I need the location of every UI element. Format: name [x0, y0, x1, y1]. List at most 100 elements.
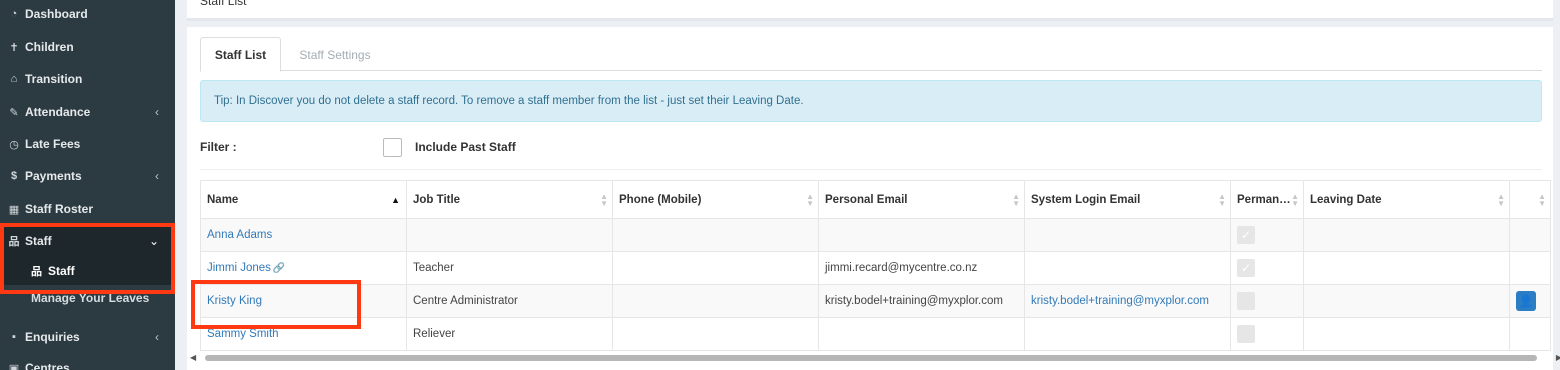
col-header-personal-email[interactable]: Personal Email ▲ ▼: [818, 180, 1025, 219]
cell-personal-email: jimmi.recard@mycentre.co.nz: [818, 251, 1025, 285]
tip-alert: Tip: In Discover you do not delete a sta…: [200, 80, 1542, 122]
permanent-checkbox: [1237, 325, 1255, 343]
table-row: Sammy Smith Reliever: [200, 317, 1551, 351]
sidebar-item-children[interactable]: ✝ Children: [0, 31, 175, 63]
sort-icon: ▲ ▼: [1291, 192, 1299, 208]
impersonate-icon[interactable]: 👤: [1516, 291, 1536, 311]
col-header-login-email[interactable]: System Login Email ▲ ▼: [1024, 180, 1231, 219]
sidebar-item-dashboard[interactable]: ◔ Dashboard: [0, 0, 175, 30]
cell-actions: 👤: [1509, 284, 1551, 318]
tab-bar: Staff List Staff Settings: [200, 37, 1542, 72]
sort-icon: ▲ ▼: [806, 192, 814, 208]
cell-permanent: [1230, 284, 1304, 318]
col-header-job-title[interactable]: Job Title ▲ ▼: [406, 180, 613, 219]
cell-login-email: [1024, 218, 1231, 252]
th-large-icon: ▪: [12, 331, 16, 343]
page-header: Staff List: [187, 0, 1553, 21]
sidebar-item-payments[interactable]: $ Payments ‹: [0, 160, 175, 192]
include-past-staff-label[interactable]: Include Past Staff: [415, 140, 516, 154]
page-title: Staff List: [200, 0, 247, 8]
child-icon: ✝: [9, 41, 19, 54]
permanent-checkbox: ✓: [1237, 259, 1255, 277]
calendar-icon: ▦: [8, 203, 20, 216]
horizontal-scrollbar[interactable]: ◀ ▶: [190, 353, 1560, 363]
cell-login-email: [1024, 317, 1231, 351]
cell-leaving-date: [1303, 218, 1510, 252]
sidebar-item-centres[interactable]: ▣ Centres: [0, 352, 175, 370]
scroll-left-icon[interactable]: ◀: [190, 353, 196, 362]
cell-job-title: Reliever: [406, 317, 613, 351]
sort-icon: ▲ ▼: [1497, 192, 1505, 208]
building-icon: ▣: [8, 362, 20, 370]
col-header-name[interactable]: Name ▲: [200, 180, 407, 219]
sidebar: ◔ Dashboard ✝ Children ⌂ Transition ✎ Attend…: [0, 0, 175, 370]
sidebar-subitem-manage-leaves[interactable]: Manage Your Leaves: [31, 291, 149, 311]
table-row: Jimmi Jones 🔗 Teacher jimmi.recard@mycent…: [200, 251, 1551, 285]
col-header-leaving-date[interactable]: Leaving Date ▲ ▼: [1303, 180, 1510, 219]
cell-permanent: [1230, 317, 1304, 351]
sort-asc-icon: ▲: [391, 195, 400, 205]
table-row: Anna Adams ✓: [200, 218, 1551, 252]
highlight-box-sidebar: [0, 223, 175, 294]
divider: [200, 169, 1542, 170]
cell-permanent: ✓: [1230, 218, 1304, 252]
edit-icon: ✎: [9, 106, 19, 119]
sort-icon: ▲ ▼: [1538, 192, 1546, 208]
include-past-staff-checkbox[interactable]: [383, 138, 402, 157]
tab-staff-settings[interactable]: Staff Settings: [287, 37, 383, 72]
dollar-icon: $: [10, 170, 18, 182]
permanent-checkbox: ✓: [1237, 226, 1255, 244]
cell-personal-email: [818, 317, 1025, 351]
highlight-box-kristy-king: [191, 280, 361, 329]
table-row: Kristy King Centre Administrator kristy.…: [200, 284, 1551, 318]
sidebar-item-late-fees[interactable]: ◷ Late Fees: [0, 128, 175, 160]
sort-icon: ▲ ▼: [600, 192, 608, 208]
chevron-left-icon: ‹: [155, 169, 159, 183]
cell-job-title: [406, 218, 613, 252]
cell-actions: [1509, 251, 1551, 285]
cell-name: Anna Adams: [200, 218, 407, 252]
sort-icon: ▲ ▼: [1218, 192, 1226, 208]
staff-name-link[interactable]: Sammy Smith: [207, 328, 279, 340]
chevron-left-icon: ‹: [155, 330, 159, 344]
sidebar-item-enquiries[interactable]: ▪ Enquiries ‹: [0, 321, 175, 353]
cell-leaving-date: [1303, 317, 1510, 351]
scroll-right-icon[interactable]: ▶: [1556, 353, 1560, 362]
cell-phone: [612, 284, 819, 318]
cell-login-email: kristy.bodel+training@myxplor.com: [1024, 284, 1231, 318]
sort-icon: ▲ ▼: [1012, 192, 1020, 208]
cell-personal-email: [818, 218, 1025, 252]
cell-phone: [612, 251, 819, 285]
col-header-phone[interactable]: Phone (Mobile) ▲ ▼: [612, 180, 819, 219]
cell-phone: [612, 218, 819, 252]
permanent-checkbox: [1237, 292, 1255, 310]
cell-leaving-date: [1303, 251, 1510, 285]
sidebar-item-staff-roster[interactable]: ▦ Staff Roster: [0, 193, 175, 225]
cell-job-title: Centre Administrator: [406, 284, 613, 318]
chevron-left-icon: ‹: [155, 105, 159, 119]
cell-permanent: ✓: [1230, 251, 1304, 285]
staff-table: Name ▲ Job Title ▲ ▼ Phone (Mobile) ▲ ▼ Perso…: [200, 180, 1551, 351]
clock-icon: ◷: [9, 138, 19, 151]
cell-actions: [1509, 317, 1551, 351]
sidebar-item-attendance[interactable]: ✎ Attendance ‹: [0, 96, 175, 128]
tab-staff-list[interactable]: Staff List: [200, 37, 281, 72]
dashboard-icon: ◔: [10, 8, 18, 20]
cell-personal-email: kristy.bodel+training@myxplor.com: [818, 284, 1025, 318]
cell-job-title: Teacher: [406, 251, 613, 285]
staff-name-link[interactable]: Anna Adams: [207, 229, 272, 241]
sidebar-item-transition[interactable]: ⌂ Transition: [0, 63, 175, 95]
cell-login-email: [1024, 251, 1231, 285]
link-icon: 🔗: [272, 263, 286, 274]
staff-panel: Staff List Staff Settings Tip: In Discov…: [187, 27, 1560, 370]
graduation-cap-icon: ⌂: [10, 73, 18, 85]
col-header-permanent[interactable]: Perman… ▲ ▼: [1230, 180, 1304, 219]
col-header-actions[interactable]: ▲ ▼: [1509, 180, 1551, 219]
table-header-row: Name ▲ Job Title ▲ ▼ Phone (Mobile) ▲ ▼ Perso…: [200, 180, 1551, 219]
scrollbar-thumb[interactable]: [205, 355, 1537, 361]
filter-label: Filter :: [200, 140, 237, 154]
staff-name-link[interactable]: Jimmi Jones: [207, 262, 271, 274]
cell-leaving-date: [1303, 284, 1510, 318]
cell-actions: [1509, 218, 1551, 252]
login-email-link[interactable]: kristy.bodel+training@myxplor.com: [1031, 295, 1209, 307]
